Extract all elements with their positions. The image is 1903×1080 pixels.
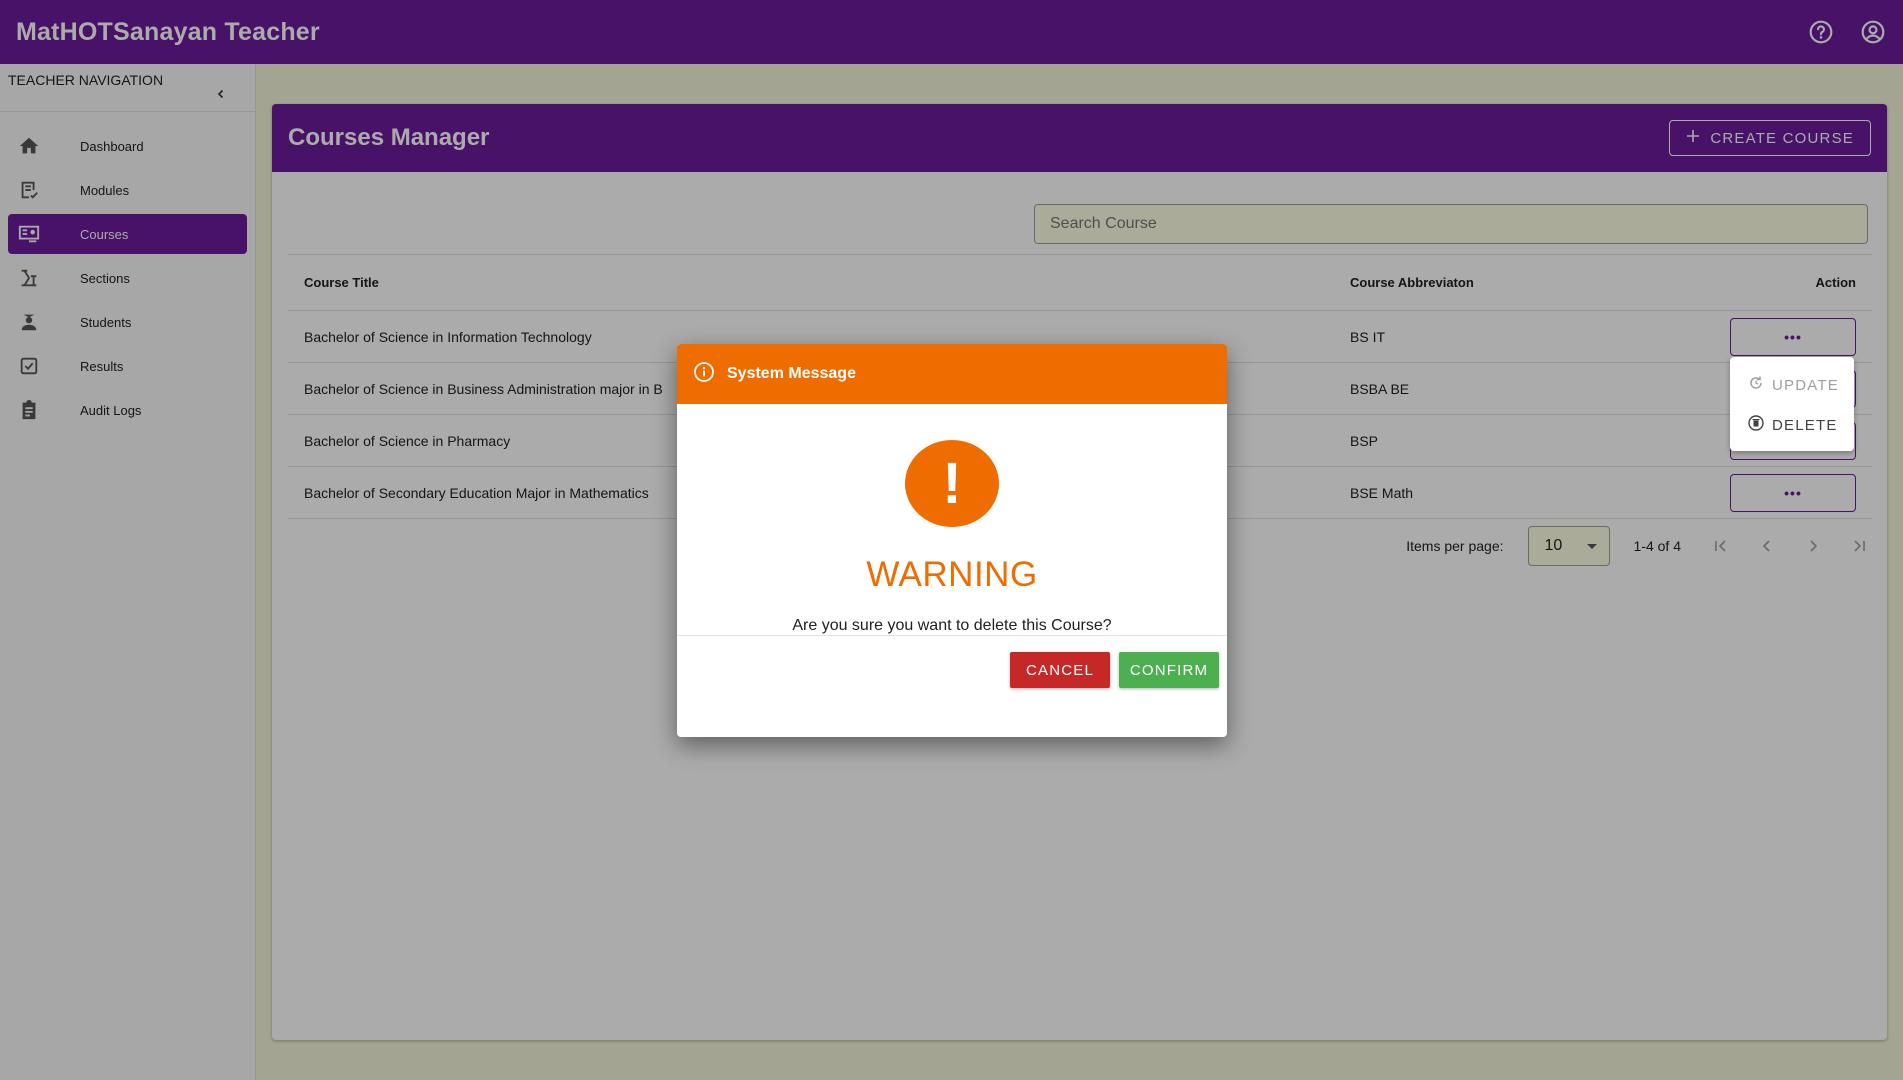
warning-message: Are you sure you want to delete this Cou… — [792, 617, 1112, 634]
dialog-actions: CANCEL CONFIRM — [677, 636, 1227, 688]
warning-icon: ! — [905, 440, 999, 527]
delete-label: DELETE — [1772, 416, 1838, 434]
update-menu-item[interactable]: UPDATE — [1730, 365, 1854, 405]
warning-heading: WARNING — [866, 555, 1038, 594]
update-label: UPDATE — [1772, 376, 1839, 394]
confirm-button[interactable]: CONFIRM — [1119, 652, 1219, 688]
cancel-button[interactable]: CANCEL — [1010, 652, 1110, 688]
refresh-icon — [1748, 375, 1764, 395]
dialog-body: ! WARNING Are you sure you want to delet… — [677, 404, 1227, 636]
row-action-menu: UPDATE DELETE — [1730, 357, 1854, 451]
dialog-title: System Message — [727, 365, 856, 382]
dialog-header: System Message — [677, 344, 1227, 404]
confirm-delete-dialog: System Message ! WARNING Are you sure yo… — [677, 344, 1227, 737]
delete-menu-item[interactable]: DELETE — [1730, 405, 1854, 445]
info-icon — [693, 361, 715, 388]
trash-icon — [1748, 415, 1764, 435]
